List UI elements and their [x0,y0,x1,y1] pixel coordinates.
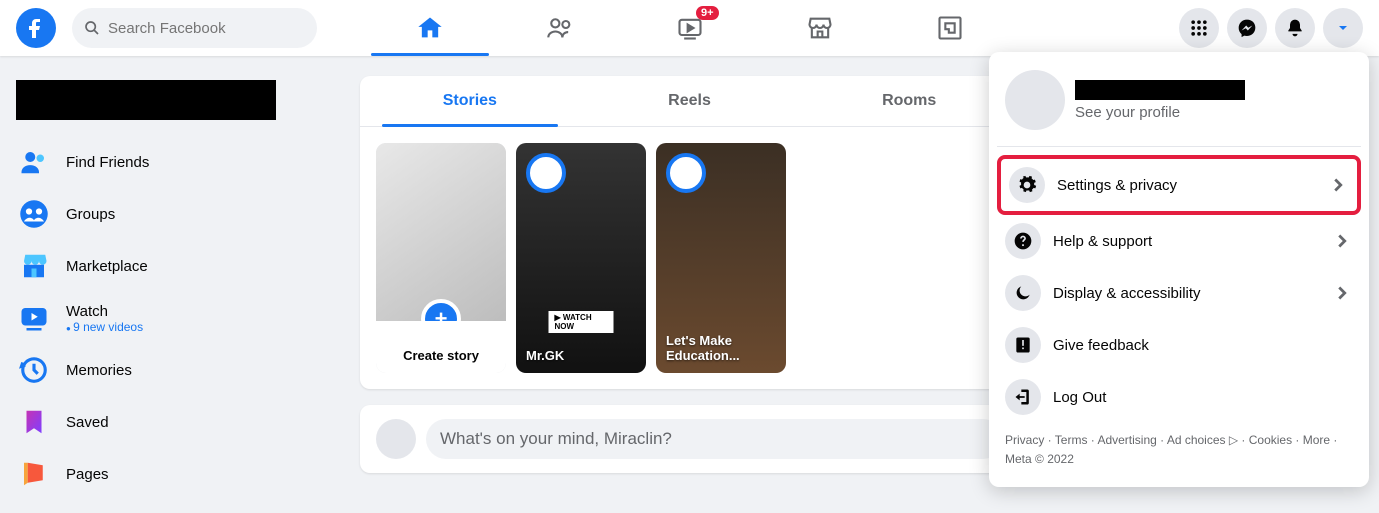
logout-icon [1005,379,1041,415]
profile-sublabel: See your profile [1075,104,1245,121]
sidebar-item-watch[interactable]: Watch 9 new videos [8,292,352,344]
groups-icon [16,196,52,232]
nav-gaming[interactable] [885,0,1015,56]
watch-now-badge: ▶ WATCH NOW [549,311,614,333]
avatar [1005,70,1065,130]
profile-name-redacted [1075,80,1245,100]
composer-card: What's on your mind, Miraclin? [360,405,1019,473]
story-tabs: Stories Reels Rooms [360,76,1019,127]
divider [997,146,1361,147]
sidebar-sublabel: 9 new videos [66,320,143,334]
account-dropdown: See your profile Settings & privacy Help… [989,52,1369,487]
main-feed: Stories Reels Rooms + Create story ▶ WAT… [360,0,1019,473]
search-input[interactable] [108,20,305,37]
sidebar-label: Watch [66,303,143,320]
center-nav: 9+ [365,0,1015,56]
sidebar-label: Saved [66,414,109,431]
menu-grid-button[interactable] [1179,8,1219,48]
tab-rooms[interactable]: Rooms [799,76,1019,126]
sidebar-item-find-friends[interactable]: Find Friends [8,136,352,188]
help-icon [1005,223,1041,259]
dropdown-footer[interactable]: Privacy · Terms · Advertising · Ad choic… [997,423,1361,477]
gear-icon [1009,167,1045,203]
menu-label: Log Out [1053,389,1353,406]
composer-avatar[interactable] [376,419,416,459]
story-title: Mr.GK [526,348,636,363]
sidebar-label: Memories [66,362,132,379]
story-card[interactable]: ▶ WATCH NOW Mr.GK [516,143,646,373]
facebook-logo[interactable] [16,8,56,48]
moon-icon [1005,275,1041,311]
create-story-card[interactable]: + Create story [376,143,506,373]
friends-icon [16,144,52,180]
feedback-icon [1005,327,1041,363]
sidebar-item-marketplace[interactable]: Marketplace [8,240,352,292]
search-box[interactable] [72,8,317,48]
story-title: Let's Make Education... [666,333,776,363]
chevron-right-icon [1331,282,1353,304]
menu-label: Give feedback [1053,337,1353,354]
profile-name-redacted[interactable] [16,80,276,120]
pages-icon [16,456,52,492]
messenger-button[interactable] [1227,8,1267,48]
menu-label: Help & support [1053,233,1319,250]
account-dropdown-button[interactable] [1323,8,1363,48]
memories-icon [16,352,52,388]
menu-give-feedback[interactable]: Give feedback [997,319,1361,371]
chevron-right-icon [1327,174,1349,196]
notifications-button[interactable] [1275,8,1315,48]
left-sidebar: Find Friends Groups Marketplace Watch 9 … [0,56,360,513]
sidebar-item-pages[interactable]: Pages [8,448,352,500]
saved-icon [16,404,52,440]
stories-card: Stories Reels Rooms + Create story ▶ WAT… [360,76,1019,389]
watch-badge: 9+ [696,6,719,20]
menu-log-out[interactable]: Log Out [997,371,1361,423]
menu-display-accessibility[interactable]: Display & accessibility [997,267,1361,319]
chevron-right-icon [1331,230,1353,252]
menu-settings-privacy[interactable]: Settings & privacy [997,155,1361,215]
nav-home[interactable] [365,0,495,56]
watch-icon [16,300,52,336]
menu-label: Settings & privacy [1057,177,1315,194]
nav-watch[interactable]: 9+ [625,0,755,56]
top-header: 9+ [0,0,1379,56]
marketplace-icon [16,248,52,284]
sidebar-item-saved[interactable]: Saved [8,396,352,448]
menu-help-support[interactable]: Help & support [997,215,1361,267]
sidebar-item-memories[interactable]: Memories [8,344,352,396]
story-card[interactable]: Let's Make Education... [656,143,786,373]
header-actions [1179,8,1363,48]
story-avatar-ring [526,153,566,193]
sidebar-item-groups[interactable]: Groups [8,188,352,240]
composer-input[interactable]: What's on your mind, Miraclin? [426,419,1003,459]
nav-marketplace[interactable] [755,0,885,56]
menu-label: Display & accessibility [1053,285,1319,302]
tab-stories[interactable]: Stories [360,76,580,126]
sidebar-label: Marketplace [66,258,148,275]
dropdown-profile-link[interactable]: See your profile [997,62,1361,138]
search-icon [84,20,100,36]
sidebar-label: Pages [66,466,109,483]
create-story-label: Create story [376,321,506,373]
tab-reels[interactable]: Reels [580,76,800,126]
sidebar-label: Find Friends [66,154,149,171]
sidebar-label: Groups [66,206,115,223]
story-avatar-ring [666,153,706,193]
nav-friends[interactable] [495,0,625,56]
